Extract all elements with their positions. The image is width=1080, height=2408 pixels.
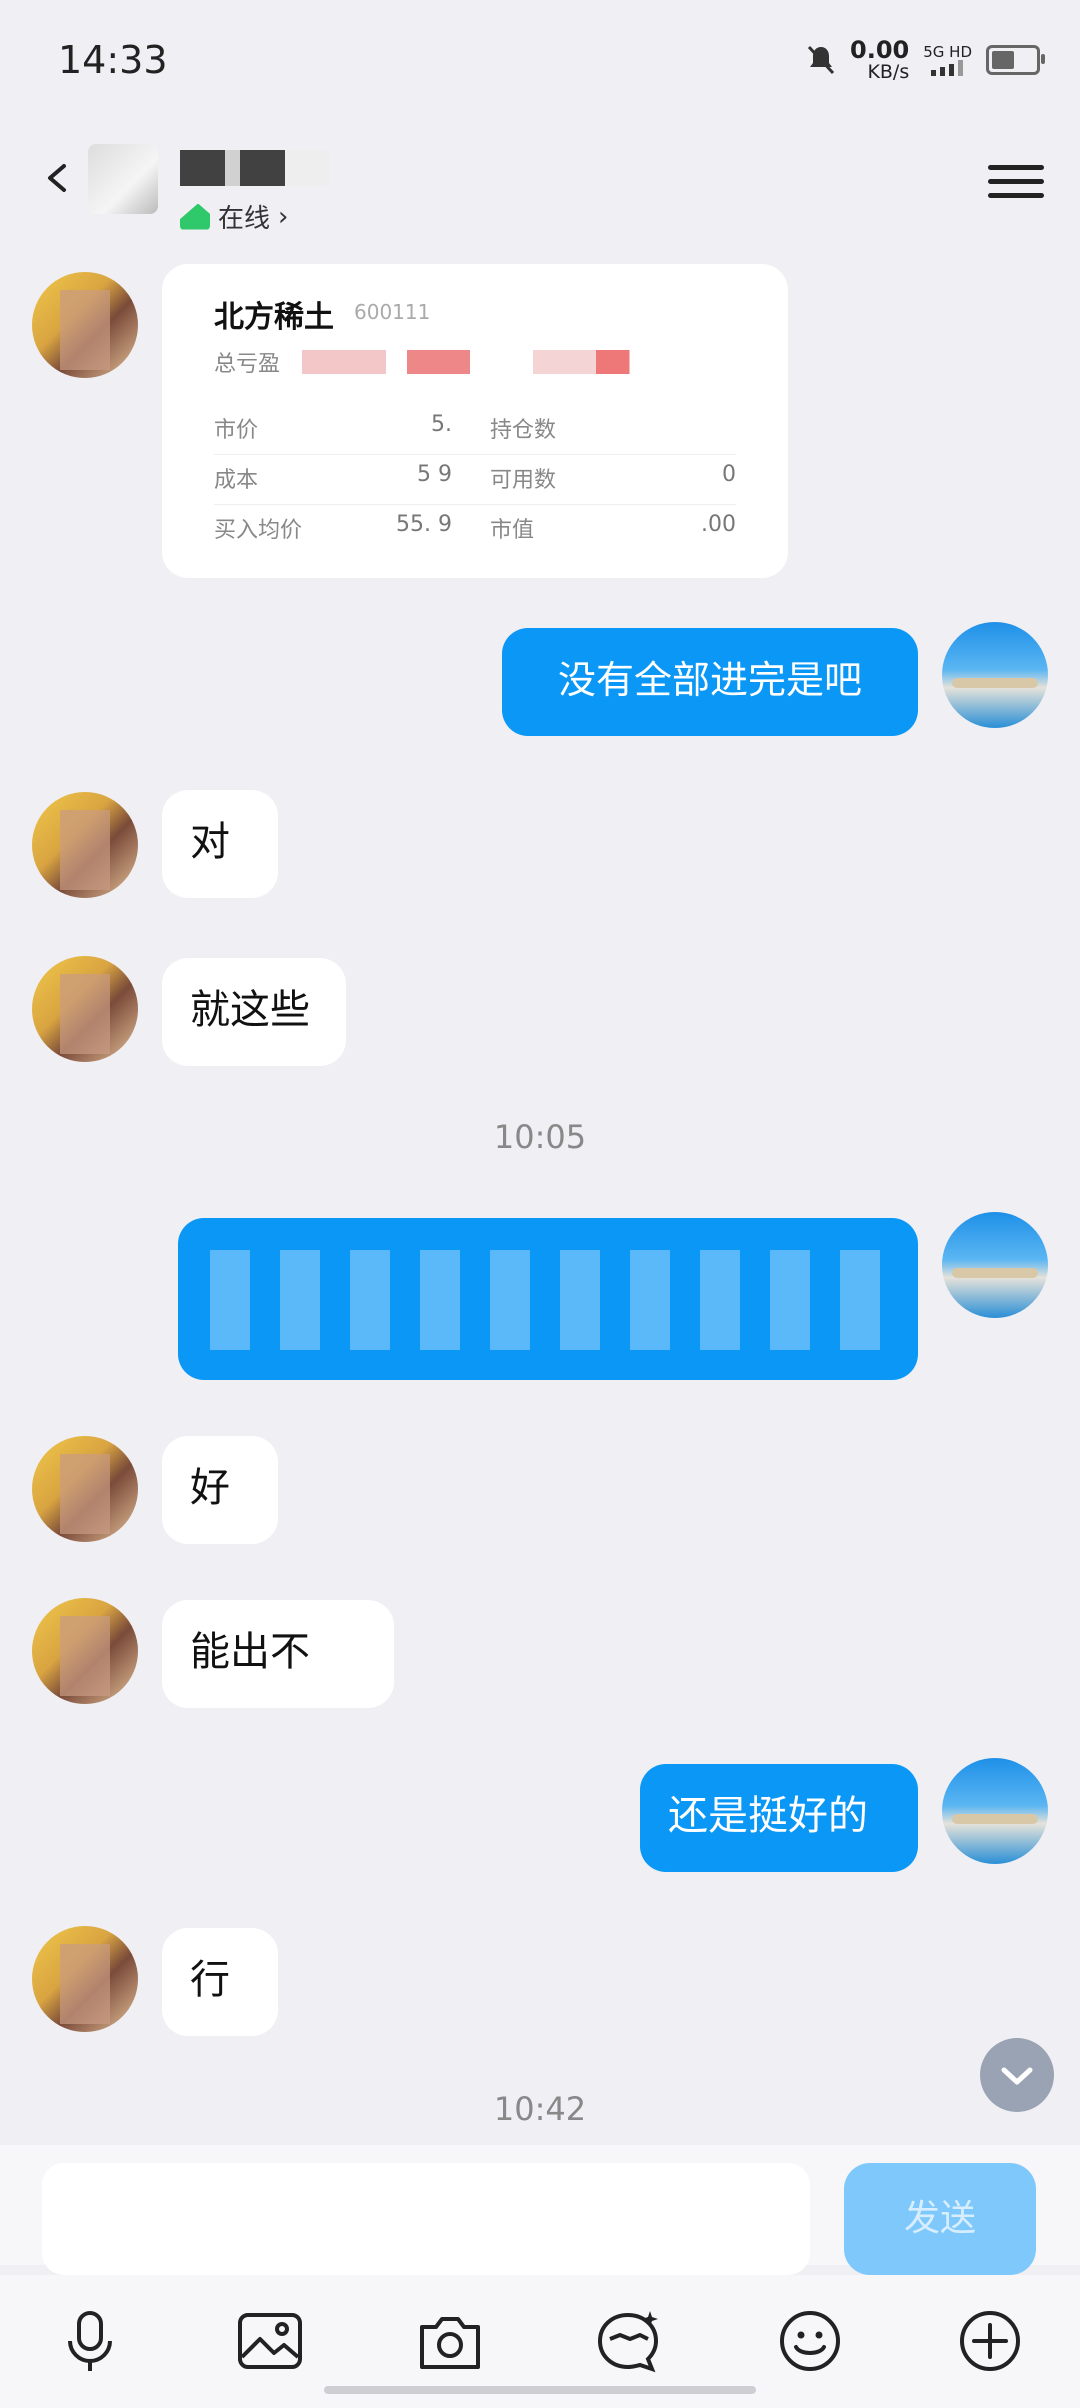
network-speed: 0.00 KB/s: [850, 36, 910, 83]
composer-bar: 发送: [0, 2145, 1080, 2275]
avg-buy-price-label: 买入均价: [214, 518, 303, 543]
contact-name-redaction: [180, 150, 330, 186]
menu-icon[interactable]: [988, 156, 1044, 216]
message-bubble-incoming[interactable]: 行: [162, 1928, 278, 2036]
status-bar: 14:33 0.00 KB/s 5G HD: [0, 0, 1080, 120]
battery-icon: [986, 45, 1045, 75]
card-divider: [214, 504, 736, 505]
emoji-icon[interactable]: [774, 2305, 846, 2377]
online-status[interactable]: 在线 ›: [180, 198, 288, 235]
chat-header: 在线 ›: [0, 130, 1080, 250]
total-pl-label: 总亏盈: [214, 352, 281, 377]
contact-avatar[interactable]: [32, 792, 138, 898]
plus-icon[interactable]: [954, 2305, 1026, 2377]
mute-bell-icon: [807, 45, 835, 75]
cost-label: 成本: [214, 468, 259, 493]
contact-avatar[interactable]: [32, 956, 138, 1062]
market-price-label: 市价: [214, 418, 259, 443]
my-avatar[interactable]: [942, 1758, 1048, 1864]
send-button[interactable]: 发送: [844, 2163, 1036, 2275]
message-bubble-incoming[interactable]: 能出不: [162, 1600, 394, 1708]
position-label: 持仓数: [490, 418, 557, 443]
avg-buy-price-value: 55. 9: [396, 512, 452, 537]
message-bubble-outgoing[interactable]: 还是挺好的: [640, 1764, 918, 1872]
my-avatar[interactable]: [942, 622, 1048, 728]
chevron-right-icon: ›: [278, 201, 289, 232]
card-divider: [214, 454, 736, 455]
image-icon[interactable]: [234, 2305, 306, 2377]
available-label: 可用数: [490, 468, 557, 493]
market-value-label: 市值: [490, 518, 535, 543]
sticker-icon[interactable]: [592, 2305, 664, 2377]
available-value: 0: [722, 462, 736, 487]
signal-icon: 5G HD: [923, 44, 972, 76]
message-timestamp: 10:05: [493, 1118, 587, 1156]
microphone-icon[interactable]: [54, 2305, 126, 2377]
contact-avatar[interactable]: [32, 1436, 138, 1542]
message-timestamp: 10:42: [493, 2090, 587, 2128]
camera-icon[interactable]: [414, 2305, 486, 2377]
back-icon[interactable]: [38, 158, 78, 198]
stock-name: 北方稀土: [214, 300, 334, 335]
stock-code: 600111: [354, 300, 431, 324]
message-bubble-outgoing[interactable]: 没有全部进完是吧: [502, 628, 918, 736]
status-time: 14:33: [58, 38, 168, 82]
market-value-value: .00: [701, 512, 736, 537]
contact-avatar[interactable]: [32, 1926, 138, 2032]
message-bubble-incoming[interactable]: 对: [162, 790, 278, 898]
message-redaction: [210, 1250, 900, 1350]
market-price-value: 5.: [431, 412, 452, 437]
input-toolbar: [0, 2275, 1080, 2408]
status-icons: 0.00 KB/s 5G HD: [806, 36, 1045, 83]
message-input[interactable]: [42, 2163, 810, 2275]
contact-avatar-blur[interactable]: [88, 144, 158, 214]
contact-avatar[interactable]: [32, 272, 138, 378]
my-avatar[interactable]: [942, 1212, 1048, 1318]
online-icon: [180, 203, 210, 230]
stock-card[interactable]: 北方稀土 600111 总亏盈 市价 5. 持仓数 成本 5 9 可用数 0 买…: [162, 264, 788, 578]
message-bubble-incoming[interactable]: 就这些: [162, 958, 346, 1066]
total-pl-redaction: [302, 350, 722, 374]
contact-avatar[interactable]: [32, 1598, 138, 1704]
message-bubble-incoming[interactable]: 好: [162, 1436, 278, 1544]
cost-value: 5 9: [417, 462, 452, 487]
home-indicator[interactable]: [324, 2386, 756, 2394]
